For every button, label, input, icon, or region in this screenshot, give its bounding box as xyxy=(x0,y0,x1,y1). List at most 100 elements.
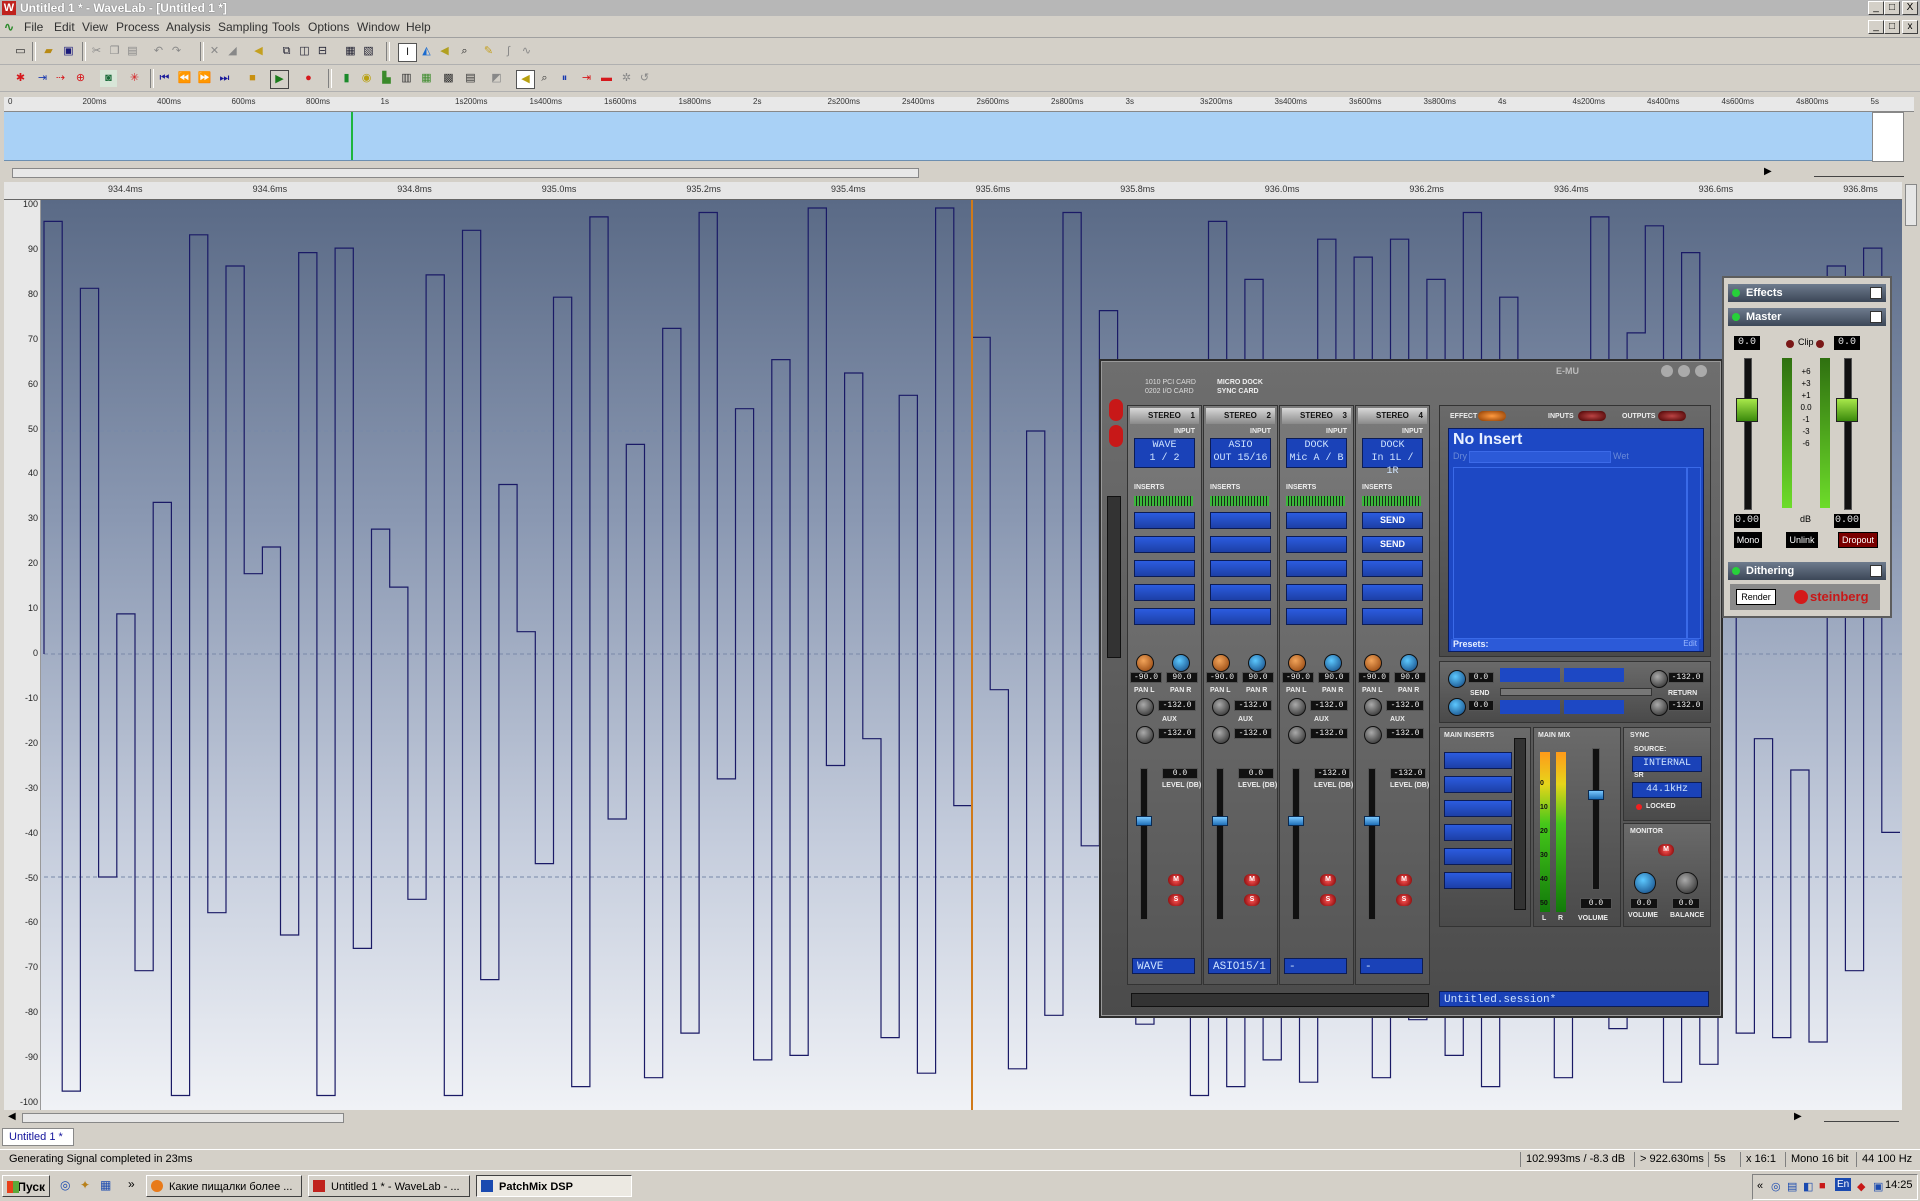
strip-scrollbar[interactable] xyxy=(1107,496,1121,658)
tray-display-icon[interactable]: ▤ xyxy=(1787,1180,1797,1193)
aux-bottom-knob[interactable] xyxy=(1364,726,1382,744)
menu-tools[interactable]: Tools xyxy=(272,20,300,34)
effect-led-icon[interactable] xyxy=(1478,411,1506,421)
pencil-tool-icon[interactable]: ✎ xyxy=(480,43,497,60)
input-selector[interactable]: DOCK Mic A / B xyxy=(1286,438,1347,468)
menu-process[interactable]: Process xyxy=(116,20,159,34)
overview-zoom-slider[interactable] xyxy=(1814,166,1904,177)
presets-edit-button[interactable]: Edit xyxy=(1683,639,1697,648)
effects-toggle[interactable] xyxy=(1870,287,1882,299)
pan-right-knob[interactable] xyxy=(1248,654,1266,672)
pan-left-knob[interactable] xyxy=(1136,654,1154,672)
dithering-toggle[interactable] xyxy=(1870,565,1882,577)
master-toggle[interactable] xyxy=(1870,311,1882,323)
task-browser[interactable]: Какие пищалки более ... xyxy=(146,1175,302,1197)
aux-top-knob[interactable] xyxy=(1288,698,1306,716)
menu-window[interactable]: Window xyxy=(357,20,400,34)
quicklaunch-desktop-icon[interactable]: ▦ xyxy=(100,1178,111,1192)
aux-bottom-knob[interactable] xyxy=(1212,726,1230,744)
aux-bottom-value[interactable]: -132.0 xyxy=(1234,728,1272,739)
overview-zoom-box[interactable] xyxy=(1872,112,1904,162)
right-master-fader[interactable] xyxy=(1844,358,1852,510)
input-selector[interactable]: ASIO OUT 15/16 xyxy=(1210,438,1271,468)
pan-left-value[interactable]: -90.0 xyxy=(1358,672,1390,683)
text-cursor-tool-icon[interactable]: I xyxy=(398,43,417,62)
record-icon[interactable]: ● xyxy=(300,70,317,87)
strip-header[interactable]: STEREO 4 xyxy=(1358,408,1427,424)
pan-right-knob[interactable] xyxy=(1400,654,1418,672)
insert-slot[interactable] xyxy=(1210,584,1271,601)
spectrum-icon[interactable]: ▙ xyxy=(378,70,395,87)
scroll-right-icon[interactable]: ▶ xyxy=(1794,1111,1802,1122)
search-icon[interactable]: ⌕ xyxy=(536,70,553,87)
tab-outputs[interactable]: OUTPUTS xyxy=(1622,413,1655,420)
aux-bottom-value[interactable]: -132.0 xyxy=(1386,728,1424,739)
aux-bottom-value[interactable]: -132.0 xyxy=(1310,728,1348,739)
overview-scrollbar[interactable]: ▶ xyxy=(4,166,1914,178)
overview-scroll-right-icon[interactable]: ▶ xyxy=(1764,166,1772,177)
mute-button[interactable]: M xyxy=(1396,874,1412,886)
channel-fader-cap[interactable] xyxy=(1288,816,1304,826)
strips-horizontal-scrollbar[interactable] xyxy=(1131,993,1429,1007)
reset-icon[interactable]: ↺ xyxy=(636,70,653,87)
mono-button[interactable]: Mono xyxy=(1734,532,1762,548)
tile-horizontal-icon[interactable]: ⊟ xyxy=(314,43,331,60)
return-slot-1[interactable] xyxy=(1500,700,1560,714)
pan-right-value[interactable]: 90.0 xyxy=(1394,672,1426,683)
left-master-fader[interactable] xyxy=(1744,358,1752,510)
main-insert-slot-6[interactable] xyxy=(1444,872,1512,889)
scroll-left-icon[interactable]: ◀ xyxy=(8,1111,16,1122)
select-tool-icon[interactable]: ◭ xyxy=(418,43,435,60)
insert-slot[interactable] xyxy=(1134,608,1195,625)
master-led-icon[interactable] xyxy=(1732,313,1740,321)
scrub-tool-icon[interactable]: ∫ xyxy=(500,43,517,60)
waveform-menu-icon[interactable]: ∿ xyxy=(4,20,18,34)
duplicate-window-icon[interactable]: ⧉ xyxy=(278,43,295,60)
dithering-header[interactable]: Dithering xyxy=(1728,562,1886,580)
task-wavelab[interactable]: Untitled 1 * - WaveLab - ... xyxy=(308,1175,470,1197)
quicklaunch-tools-icon[interactable]: ✦ xyxy=(80,1178,90,1192)
solo-button[interactable]: S xyxy=(1244,894,1260,906)
menu-view[interactable]: View xyxy=(82,20,108,34)
left-master-fader-cap[interactable] xyxy=(1736,398,1758,422)
dithering-led-icon[interactable] xyxy=(1732,567,1740,575)
main-insert-slot-2[interactable] xyxy=(1444,776,1512,793)
aux-top-value[interactable]: -132.0 xyxy=(1158,700,1196,711)
speaker-icon[interactable]: ◀ xyxy=(250,43,267,60)
insert-slot[interactable] xyxy=(1286,584,1347,601)
insert-slot[interactable] xyxy=(1286,608,1347,625)
quicklaunch-more-icon[interactable]: » xyxy=(128,1177,135,1191)
aux-top-value[interactable]: -132.0 xyxy=(1386,700,1424,711)
cascade-icon[interactable]: ▧ xyxy=(360,43,377,60)
output-assign[interactable]: ASIO15/1 xyxy=(1208,958,1271,974)
minimize-button[interactable]: _ xyxy=(1868,1,1884,15)
go-end-icon[interactable]: ⏭ xyxy=(216,70,233,87)
patchmix-help-icon[interactable] xyxy=(1661,365,1673,377)
insert-slot[interactable] xyxy=(1210,608,1271,625)
strip-header[interactable]: STEREO 2 xyxy=(1206,408,1275,424)
zoom-tool-icon[interactable]: ⌕ xyxy=(456,43,473,60)
overview-panel[interactable] xyxy=(4,112,1872,161)
nudge-left-icon[interactable]: ⇥ xyxy=(34,70,51,87)
mute-button[interactable]: M xyxy=(1320,874,1336,886)
pan-left-knob[interactable] xyxy=(1212,654,1230,672)
insert-slot[interactable] xyxy=(1362,608,1423,625)
tray-expand-icon[interactable]: « xyxy=(1757,1180,1763,1192)
zoom-level[interactable]: x 16:1 xyxy=(1740,1152,1781,1167)
insert-slot[interactable] xyxy=(1286,512,1347,529)
insert-slot[interactable] xyxy=(1362,560,1423,577)
inputs-led-icon[interactable] xyxy=(1578,411,1606,421)
wavelab-app-icon[interactable]: W xyxy=(2,1,16,15)
channel-fader-cap[interactable] xyxy=(1136,816,1152,826)
pan-left-value[interactable]: -90.0 xyxy=(1130,672,1162,683)
document-tab[interactable]: Untitled 1 * xyxy=(2,1128,74,1146)
menu-file[interactable]: File xyxy=(24,20,43,34)
effects-header[interactable]: Effects xyxy=(1728,284,1886,302)
tab-inputs[interactable]: INPUTS xyxy=(1548,413,1574,420)
wave-ghost-icon[interactable]: ◩ xyxy=(488,70,505,87)
left-gain-value[interactable]: 0.00 xyxy=(1734,514,1760,528)
level-value[interactable]: -132.0 xyxy=(1314,768,1350,779)
envelope-tool-icon[interactable]: ∿ xyxy=(518,43,535,60)
insert-slot[interactable] xyxy=(1286,560,1347,577)
pan-left-knob[interactable] xyxy=(1288,654,1306,672)
